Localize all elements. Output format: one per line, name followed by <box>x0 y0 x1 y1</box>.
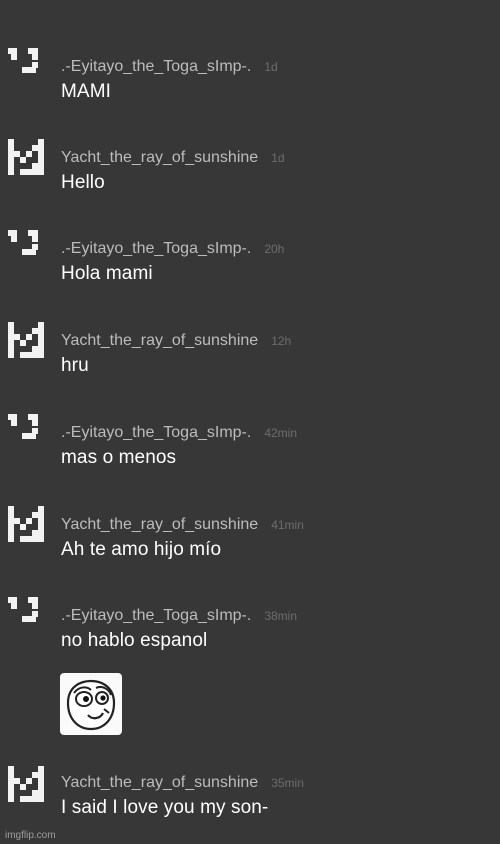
message-header: Yacht_the_ray_of_sunshine 12h <box>61 331 291 351</box>
message-header: Yacht_the_ray_of_sunshine 1d <box>61 148 285 168</box>
message-header: Yacht_the_ray_of_sunshine 41min <box>61 515 304 535</box>
timestamp: 12h <box>271 334 292 348</box>
message-text: Ah te amo hijo mío <box>61 539 222 560</box>
timestamp: 38min <box>264 609 298 623</box>
pixel-robot-icon[interactable] <box>8 506 44 542</box>
username[interactable]: .-Eyitayo_the_Toga_sImp-. <box>61 424 251 441</box>
timestamp: 42min <box>264 426 298 440</box>
timestamp: 35min <box>271 776 304 790</box>
timestamp: 1d <box>264 60 278 74</box>
message-text: mas o menos <box>61 447 177 468</box>
username[interactable]: Yacht_the_ray_of_sunshine <box>61 774 258 791</box>
message-header: Yacht_the_ray_of_sunshine 35min <box>61 773 304 793</box>
watermark: imgflip.com <box>5 830 56 841</box>
message-feed: .-Eyitayo_the_Toga_sImp-. 1d MAMI Yacht_t… <box>0 0 500 844</box>
meme-face-image[interactable] <box>60 673 122 735</box>
face-icon[interactable] <box>8 230 44 266</box>
face-icon[interactable] <box>8 597 44 633</box>
message-header: .-Eyitayo_the_Toga_sImp-. 1d <box>61 57 278 77</box>
username[interactable]: Yacht_the_ray_of_sunshine <box>61 332 258 349</box>
message-header: .-Eyitayo_the_Toga_sImp-. 38min <box>61 606 297 626</box>
message-text: hru <box>61 355 89 376</box>
username[interactable]: .-Eyitayo_the_Toga_sImp-. <box>61 607 251 624</box>
message-header: .-Eyitayo_the_Toga_sImp-. 42min <box>61 423 297 443</box>
username[interactable]: .-Eyitayo_the_Toga_sImp-. <box>61 58 251 75</box>
pixel-robot-icon[interactable] <box>8 322 44 358</box>
timestamp: 1d <box>271 151 285 165</box>
username[interactable]: Yacht_the_ray_of_sunshine <box>61 149 258 166</box>
pixel-robot-icon[interactable] <box>8 139 44 175</box>
message-header: .-Eyitayo_the_Toga_sImp-. 20h <box>61 239 284 259</box>
message-text: Hola mami <box>61 263 153 284</box>
pixel-robot-icon[interactable] <box>8 766 44 802</box>
message-text: I said I love you my son- <box>61 797 269 818</box>
timestamp: 20h <box>264 242 285 256</box>
message-text: Hello <box>61 172 105 193</box>
username[interactable]: .-Eyitayo_the_Toga_sImp-. <box>61 240 251 257</box>
message-text: MAMI <box>61 81 112 102</box>
face-icon[interactable] <box>8 414 44 450</box>
timestamp: 41min <box>271 518 304 532</box>
face-icon[interactable] <box>8 48 44 84</box>
username[interactable]: Yacht_the_ray_of_sunshine <box>61 516 258 533</box>
message-text: no hablo espanol <box>61 630 208 651</box>
